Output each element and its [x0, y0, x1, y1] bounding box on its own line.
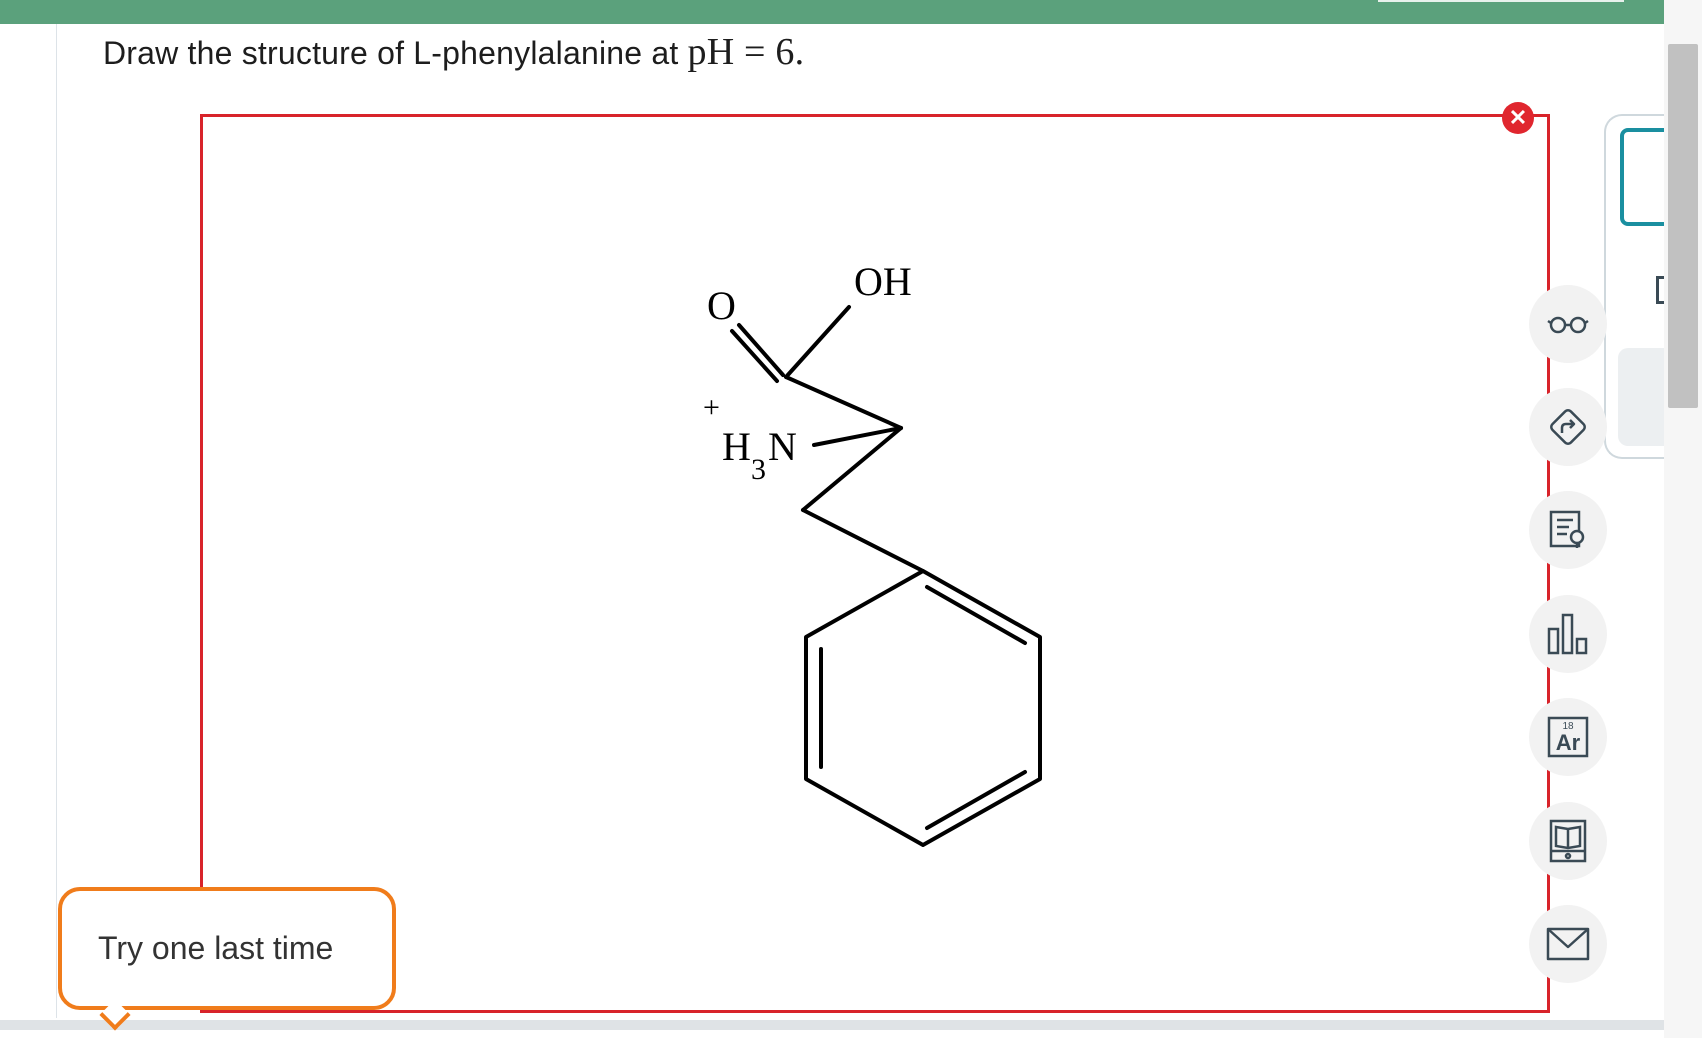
- hint-button[interactable]: [1529, 491, 1607, 569]
- bond-c-oh[interactable]: [784, 305, 851, 379]
- atom-ammonium-sub: 3: [751, 453, 766, 486]
- bond-co-double-a[interactable]: [737, 323, 785, 377]
- close-icon[interactable]: ✕: [1502, 102, 1534, 134]
- bond-carboxyl-alpha[interactable]: [784, 375, 903, 430]
- atom-ammonium-n[interactable]: N: [768, 424, 797, 469]
- hint-icon: [1549, 510, 1585, 548]
- bottom-strip: [0, 1020, 1664, 1030]
- book-icon: [1549, 819, 1587, 863]
- mail-button[interactable]: [1529, 905, 1607, 983]
- question-text: Draw the structure of L-phenylalanine at: [103, 35, 688, 71]
- book-button[interactable]: [1529, 802, 1607, 880]
- ring-double-bond-2[interactable]: [925, 770, 1027, 830]
- bond-co-double-b[interactable]: [730, 329, 779, 383]
- glasses-icon: [1547, 316, 1589, 334]
- ring-double-bond-1[interactable]: [925, 585, 1027, 645]
- atom-carbonyl-o[interactable]: O: [707, 283, 736, 328]
- atom-hydroxyl[interactable]: OH: [854, 259, 912, 304]
- bar-chart-icon: [1547, 613, 1588, 655]
- element-symbol: Ar: [1556, 730, 1581, 755]
- feedback-bubble: Try one last time: [58, 887, 396, 1031]
- header-notch: [1378, 0, 1624, 2]
- content-left-rule: [56, 24, 57, 1018]
- drawing-canvas[interactable]: O OH + H 3 N: [200, 114, 1550, 1013]
- glasses-button[interactable]: [1529, 285, 1607, 363]
- feedback-message: Try one last time: [98, 930, 334, 966]
- rotate-button[interactable]: [1529, 388, 1607, 466]
- bond-alpha-beta[interactable]: [801, 426, 903, 512]
- periodic-table-icon: 18 Ar: [1547, 716, 1589, 758]
- scrollbar-thumb[interactable]: [1668, 44, 1698, 408]
- ammonium-charge: +: [703, 391, 720, 424]
- atom-ammonium-h[interactable]: H: [722, 424, 751, 469]
- chart-button[interactable]: [1529, 595, 1607, 673]
- top-header-bar: [0, 0, 1664, 24]
- mail-icon: [1546, 927, 1590, 961]
- question-math: pH = 6.: [687, 31, 805, 73]
- rotate-icon: [1550, 409, 1586, 445]
- bond-beta-ring[interactable]: [801, 508, 925, 573]
- question-prompt: Draw the structure of L-phenylalanine at…: [103, 30, 804, 74]
- periodic-table-button[interactable]: 18 Ar: [1529, 698, 1607, 776]
- benzene-ring[interactable]: [804, 569, 1042, 847]
- molecule-drawing[interactable]: O OH + H 3 N: [203, 117, 1547, 1010]
